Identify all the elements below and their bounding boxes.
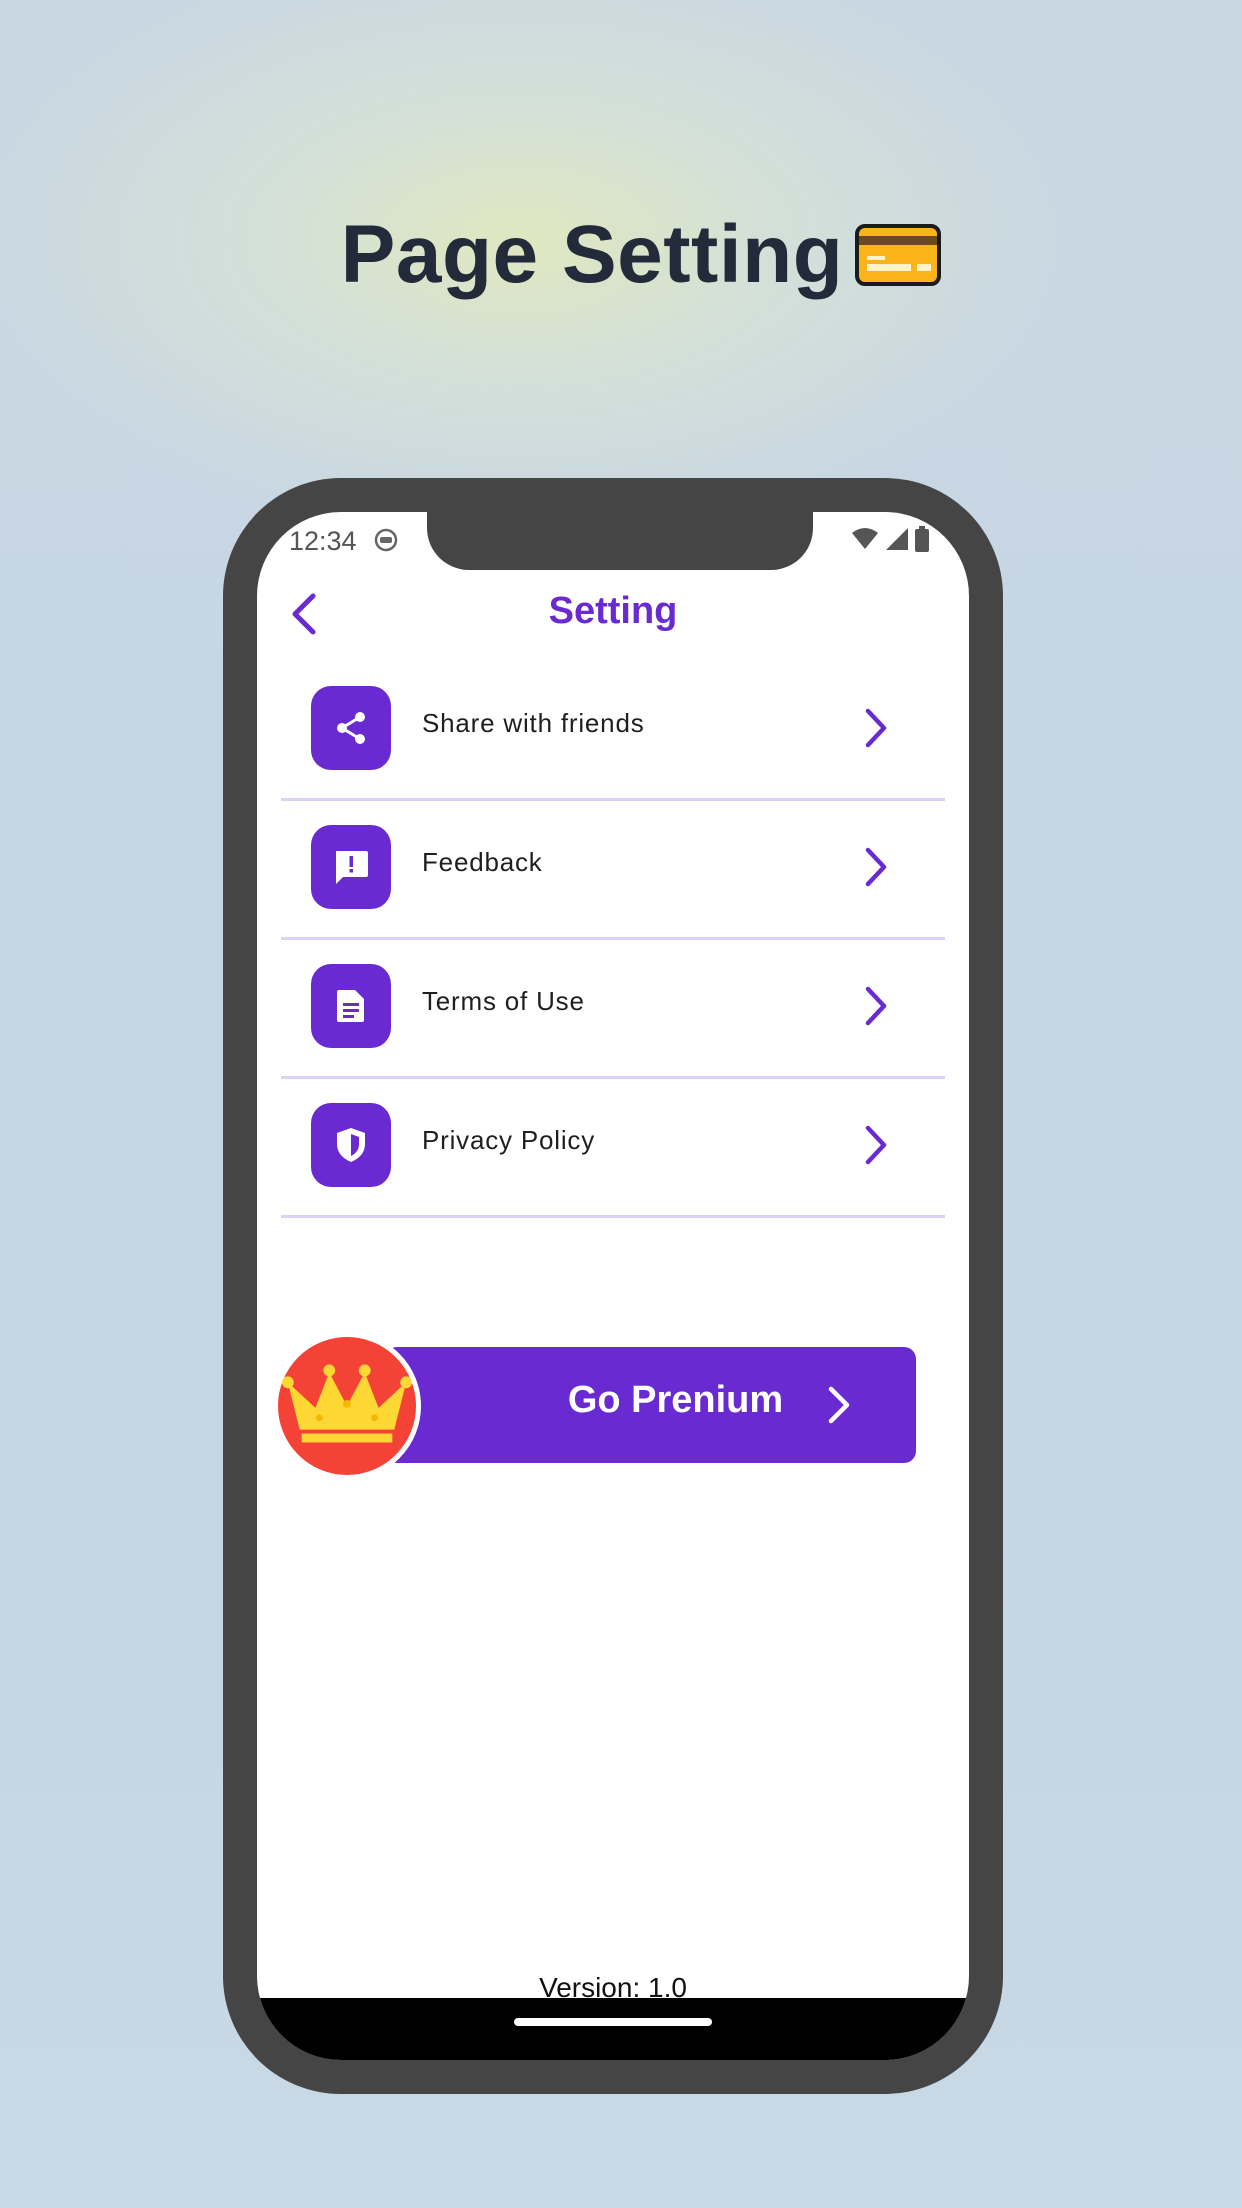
signal-icon bbox=[886, 528, 908, 550]
chevron-right-icon bbox=[865, 1125, 887, 1165]
menu-item-label: Share with friends bbox=[422, 708, 645, 738]
menu-item-label: Feedback bbox=[422, 847, 543, 877]
battery-icon bbox=[915, 526, 929, 552]
menu-item-label: Privacy Policy bbox=[422, 1125, 596, 1155]
menu-item-privacy[interactable]: Privacy Policy bbox=[281, 1079, 945, 1218]
shield-icon bbox=[311, 1103, 391, 1187]
premium-banner: Go Prenium bbox=[273, 1332, 933, 1492]
wifi-icon bbox=[852, 528, 878, 549]
document-icon bbox=[311, 964, 391, 1048]
chevron-right-icon bbox=[865, 708, 887, 748]
screen-title: Setting bbox=[548, 590, 678, 632]
chevron-right-icon bbox=[865, 847, 887, 887]
home-indicator[interactable] bbox=[514, 2018, 712, 2026]
share-icon bbox=[311, 686, 391, 770]
menu-item-terms[interactable]: Terms of Use bbox=[281, 940, 945, 1079]
promo-title: Page Setting bbox=[0, 208, 1242, 302]
chevron-right-icon bbox=[865, 986, 887, 1026]
promo-title-text: Page Setting bbox=[340, 209, 844, 300]
phone-screen: 12:34 Setting Share with friends Feedbac… bbox=[257, 512, 969, 2060]
android-icon bbox=[374, 528, 398, 552]
go-premium-button[interactable]: Go Prenium bbox=[385, 1347, 916, 1463]
feedback-icon bbox=[311, 825, 391, 909]
home-bar bbox=[257, 1998, 969, 2060]
settings-menu: Share with friends Feedback Terms of Use… bbox=[281, 662, 945, 1218]
crown-badge bbox=[273, 1332, 421, 1480]
chevron-right-icon bbox=[828, 1386, 850, 1424]
menu-item-share[interactable]: Share with friends bbox=[281, 662, 945, 801]
app-header: Setting bbox=[257, 582, 969, 642]
phone-frame: 12:34 Setting Share with friends Feedbac… bbox=[223, 478, 1003, 2094]
credit-card-icon bbox=[855, 224, 942, 286]
status-icons bbox=[851, 526, 929, 552]
phone-notch bbox=[427, 512, 813, 570]
menu-item-feedback[interactable]: Feedback bbox=[281, 801, 945, 940]
status-time: 12:34 bbox=[289, 526, 357, 556]
crown-icon bbox=[281, 1364, 413, 1443]
menu-item-label: Terms of Use bbox=[422, 986, 585, 1016]
